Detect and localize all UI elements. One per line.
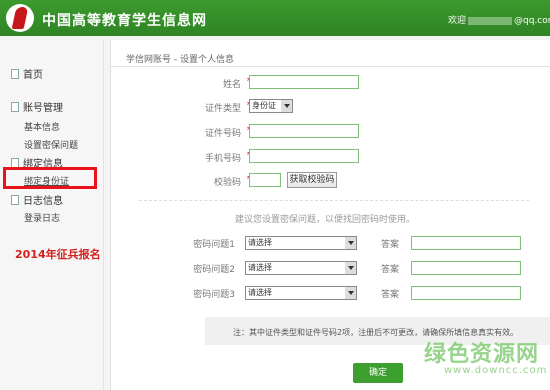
masked-email xyxy=(468,16,513,25)
sidebar: 首页 账号管理 基本信息 设置密保问题 绑定信息 绑定身份证 日志信息 登录日志… xyxy=(0,40,104,390)
section-divider xyxy=(139,200,529,201)
header-divider xyxy=(111,66,550,67)
watermark-logo: 绿色资源网 xyxy=(424,342,540,367)
confirm-button[interactable]: 确定 xyxy=(353,363,403,383)
get-code-button[interactable]: 获取校验码 xyxy=(287,172,337,188)
id-number-input[interactable] xyxy=(249,124,359,138)
sidebar-item-bind-id[interactable]: 绑定身份证 xyxy=(24,174,69,187)
name-label: 姓名 xyxy=(222,80,241,90)
answer-2-input[interactable] xyxy=(411,261,521,275)
id-type-label: 证件类型 xyxy=(204,104,241,114)
question-3-label: 密码问题3 xyxy=(193,290,235,300)
dropdown-arrow-icon xyxy=(345,287,356,299)
breadcrumb: 学信网账号 - 设置个人信息 xyxy=(126,55,234,65)
sidebar-item-basic-info[interactable]: 基本信息 xyxy=(24,120,60,133)
question-1-select[interactable]: 请选择 xyxy=(245,236,357,250)
enrollment-link[interactable]: 2014年征兵报名 xyxy=(15,246,101,262)
welcome-label: 欢迎 xyxy=(448,16,467,26)
answer-3-label: 答案 xyxy=(380,290,399,300)
sidebar-item-security-question[interactable]: 设置密保问题 xyxy=(24,138,78,151)
document-icon xyxy=(11,102,19,112)
captcha-label: 校验码 xyxy=(213,178,241,188)
name-input[interactable] xyxy=(249,75,359,89)
sidebar-section-log[interactable]: 日志信息 xyxy=(11,192,63,207)
welcome-user: 欢迎 @qq.com xyxy=(448,13,550,26)
document-icon xyxy=(11,195,19,205)
id-number-label: 证件号码 xyxy=(204,129,241,139)
question-2-select[interactable]: 请选择 xyxy=(245,261,357,275)
dropdown-arrow-icon xyxy=(345,262,356,274)
security-hint: 建议您设置密保问题，以便找回密码时使用。 xyxy=(235,215,416,225)
answer-1-input[interactable] xyxy=(411,236,521,250)
answer-3-input[interactable] xyxy=(411,286,521,300)
site-title: 中国高等教育学生信息网 xyxy=(42,13,207,29)
top-header: 中国高等教育学生信息网 欢迎 @qq.com xyxy=(0,0,550,36)
dropdown-arrow-icon xyxy=(345,237,356,249)
phone-input[interactable] xyxy=(249,149,359,163)
captcha-input[interactable] xyxy=(249,173,281,187)
answer-1-label: 答案 xyxy=(380,240,399,250)
email-suffix: @qq.com xyxy=(514,16,550,26)
question-2-label: 密码问题2 xyxy=(193,265,235,275)
question-3-select[interactable]: 请选择 xyxy=(245,286,357,300)
document-icon xyxy=(11,69,19,79)
watermark-url: www.downcc.com xyxy=(444,365,548,376)
site-logo xyxy=(6,4,34,32)
dropdown-arrow-icon xyxy=(281,100,292,112)
sidebar-item-home[interactable]: 首页 xyxy=(11,66,43,81)
phone-label: 手机号码 xyxy=(204,154,241,164)
question-1-label: 密码问题1 xyxy=(193,240,235,250)
answer-2-label: 答案 xyxy=(380,265,399,275)
sidebar-section-account[interactable]: 账号管理 xyxy=(11,99,63,114)
sidebar-item-login-log[interactable]: 登录日志 xyxy=(24,211,60,224)
id-type-select[interactable]: 身份证 xyxy=(249,99,293,113)
